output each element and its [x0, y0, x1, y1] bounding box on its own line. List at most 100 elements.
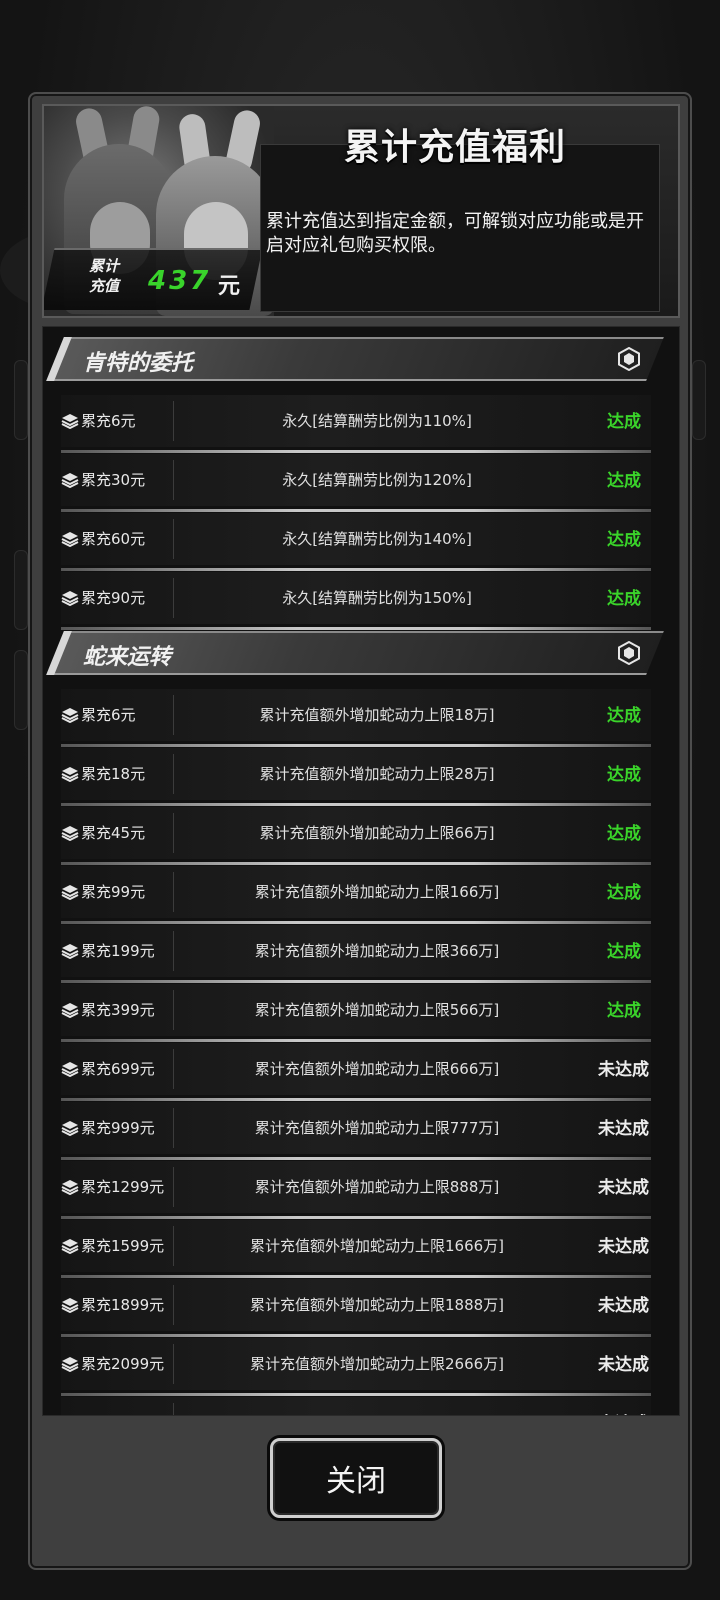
reward-description: 累计充值额外增加蛇动力上限366万]: [254, 942, 500, 960]
layers-icon: [61, 1061, 79, 1078]
recharge-amount: 累充2099元: [81, 1355, 165, 1373]
achievement-status: 未达成: [598, 1119, 649, 1139]
layers-icon: [61, 1297, 79, 1314]
reward-row: 累充1899元 累计充值额外增加蛇动力上限1888万] 未达成: [61, 1279, 651, 1337]
recharge-amount: 累充99元: [81, 883, 146, 901]
layers-icon: [61, 472, 79, 489]
achievement-status: 达成: [607, 589, 641, 609]
reward-description: 累计充值额外增加蛇动力上限1888万]: [249, 1296, 505, 1314]
row-divider: [173, 695, 174, 735]
reward-description: 累计充值额外增加蛇动力上限1666万]: [249, 1237, 505, 1255]
recharge-amount: 累充6元: [81, 412, 136, 430]
reward-description: 累计充值额外增加蛇动力上限2666万]: [249, 1355, 505, 1373]
background-tab: [14, 360, 28, 440]
total-recharge-value: 437: [148, 266, 212, 296]
page-description: 累计充值达到指定金额，可解锁对应功能或是开启对应礼包购买权限。: [266, 211, 644, 256]
row-divider: [173, 519, 174, 559]
recharge-amount: 累充30元: [81, 471, 146, 489]
row-divider: [173, 1167, 174, 1207]
reward-description: 累计充值额外增加蛇动力上限666万]: [254, 1060, 500, 1078]
layers-icon: [61, 884, 79, 901]
layers-icon: [61, 1356, 79, 1373]
row-divider: [173, 1403, 174, 1415]
layers-icon: [61, 1179, 79, 1196]
reward-description: 累计充值额外增加蛇动力上限66万]: [259, 824, 495, 842]
row-divider: [173, 1108, 174, 1148]
reward-description: 永久[结算酬劳比例为110%]: [282, 412, 472, 430]
achievement-status: 未达成: [598, 1355, 649, 1375]
hexagon-icon[interactable]: [617, 346, 641, 372]
recharge-amount: 累充1899元: [81, 1296, 165, 1314]
reward-row: 累充6元 永久[结算酬劳比例为110%] 达成: [61, 395, 651, 453]
achievement-status: 未达成: [598, 1237, 649, 1257]
rewards-list[interactable]: 肯特的委托 累充6元 永久[结算酬劳比例为110%] 达成 累充30元 永久[结算酬劳比例…: [42, 326, 680, 1416]
reward-description: 永久[结算酬劳比例为140%]: [282, 530, 472, 548]
row-divider: [173, 401, 174, 441]
recharge-amount: 累充90元: [81, 589, 146, 607]
layers-icon: [61, 943, 79, 960]
recharge-amount: 累充1599元: [81, 1237, 165, 1255]
achievement-status: 达成: [607, 412, 641, 432]
layers-icon: [61, 766, 79, 783]
achievement-status: 达成: [607, 1001, 641, 1021]
total-recharge-unit: 元: [218, 274, 241, 299]
reward-row: 累充6元 累计充值额外增加蛇动力上限18万] 达成: [61, 689, 651, 747]
reward-description: 累计充值额外增加蛇动力上限888万]: [254, 1178, 500, 1196]
reward-row: 累充45元 累计充值额外增加蛇动力上限66万] 达成: [61, 807, 651, 865]
achievement-status: 未达成: [598, 1296, 649, 1316]
layers-icon: [61, 1415, 79, 1416]
reward-row: 累充2099元 累计充值额外增加蛇动力上限2666万] 未达成: [61, 1338, 651, 1396]
row-divider: [173, 1344, 174, 1384]
row-divider: [173, 813, 174, 853]
layers-icon: [61, 707, 79, 724]
reward-row: 累充699元 累计充值额外增加蛇动力上限666万] 未达成: [61, 1043, 651, 1101]
close-button[interactable]: 关闭: [270, 1438, 442, 1518]
reward-description: 永久[结算酬劳比例为120%]: [282, 471, 472, 489]
reward-row: 累充2299元 累计充值额外增加蛇动力上限2888万] 未达成: [61, 1397, 651, 1416]
achievement-status: 达成: [607, 824, 641, 844]
achievement-status: 达成: [607, 706, 641, 726]
recharge-amount: 累充199元: [81, 942, 155, 960]
recharge-amount: 累充399元: [81, 1001, 155, 1019]
section-header: 蛇来运转: [46, 631, 664, 677]
layers-icon: [61, 1002, 79, 1019]
row-divider: [173, 1285, 174, 1325]
reward-row: 累充99元 累计充值额外增加蛇动力上限166万] 达成: [61, 866, 651, 924]
recharge-amount: 累充1299元: [81, 1178, 165, 1196]
recharge-amount: 累充2299元: [81, 1412, 164, 1415]
reward-description: 永久[结算酬劳比例为150%]: [282, 589, 472, 607]
reward-description: 累计充值额外增加蛇动力上限18万]: [259, 706, 495, 724]
layers-icon: [61, 1238, 79, 1255]
row-divider: [173, 872, 174, 912]
row-divider: [173, 460, 174, 500]
reward-description: 累计充值额外增加蛇动力上限2888万]: [177, 1412, 577, 1415]
section-header: 肯特的委托: [46, 337, 664, 383]
layers-icon: [61, 531, 79, 548]
reward-row: 累充18元 累计充值额外增加蛇动力上限28万] 达成: [61, 748, 651, 806]
achievement-status: 未达成: [598, 1060, 649, 1080]
row-divider: [173, 1049, 174, 1089]
layers-icon: [61, 590, 79, 607]
hexagon-icon[interactable]: [617, 640, 641, 666]
reward-row: 累充999元 累计充值额外增加蛇动力上限777万] 未达成: [61, 1102, 651, 1160]
section-title: 肯特的委托: [83, 351, 194, 376]
recharge-amount: 累充18元: [81, 765, 146, 783]
row-divider: [173, 931, 174, 971]
achievement-status: 未达成: [598, 1178, 649, 1198]
reward-row: 累充1299元 累计充值额外增加蛇动力上限888万] 未达成: [61, 1161, 651, 1219]
reward-row: 累充1599元 累计充值额外增加蛇动力上限1666万] 未达成: [61, 1220, 651, 1278]
layers-icon: [61, 1120, 79, 1137]
reward-row: 累充399元 累计充值额外增加蛇动力上限566万] 达成: [61, 984, 651, 1042]
achievement-status: 达成: [607, 471, 641, 491]
recharge-amount: 累充60元: [81, 530, 146, 548]
recharge-amount: 累充999元: [81, 1119, 155, 1137]
reward-description: 累计充值额外增加蛇动力上限777万]: [254, 1119, 500, 1137]
recharge-amount: 累充45元: [81, 824, 146, 842]
row-divider: [173, 1226, 174, 1266]
achievement-status: 达成: [607, 530, 641, 550]
achievement-status: 达成: [607, 942, 641, 962]
background-tab: [692, 360, 706, 440]
page-title: 累计充值福利: [344, 127, 567, 168]
reward-description: 累计充值额外增加蛇动力上限566万]: [254, 1001, 500, 1019]
total-label-line1: 累计: [88, 257, 119, 275]
